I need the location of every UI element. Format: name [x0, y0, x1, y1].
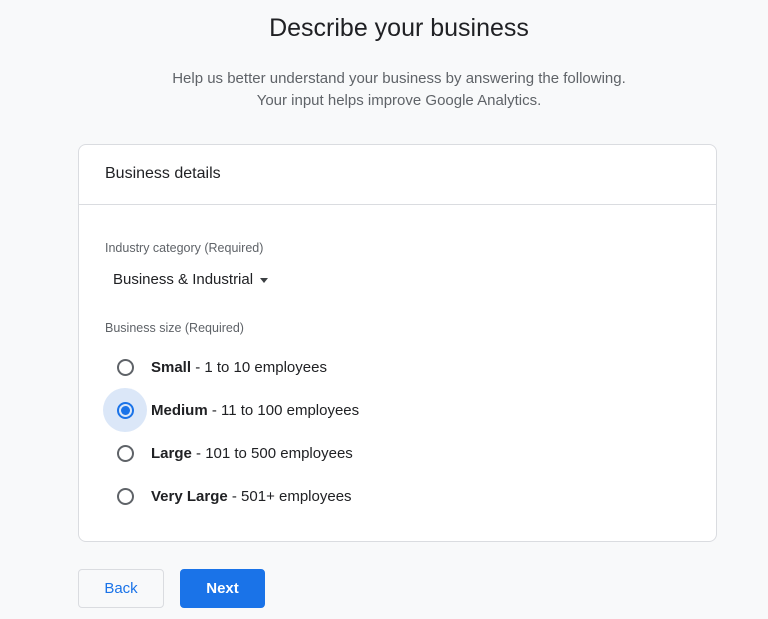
radio-halo — [103, 345, 147, 389]
next-button[interactable]: Next — [180, 569, 265, 608]
caret-down-icon — [260, 277, 269, 283]
card-header: Business details — [79, 145, 716, 205]
radio-option-name: Large — [151, 444, 192, 462]
radio-label: Very Large - 501+ employees — [151, 488, 352, 505]
radio-label: Small - 1 to 10 employees — [151, 359, 327, 376]
page-title: Describe your business — [269, 14, 529, 42]
radio-option-medium[interactable]: Medium - 11 to 100 employees — [103, 388, 359, 432]
radio-unchecked-icon[interactable] — [116, 358, 134, 376]
radio-option-name: Medium — [151, 401, 208, 419]
radio-label: Medium - 11 to 100 employees — [151, 402, 359, 419]
radio-option-name: Small — [151, 358, 192, 376]
radio-option-small[interactable]: Small - 1 to 10 employees — [103, 346, 327, 388]
radio-option-name: Very Large — [151, 487, 228, 505]
radio-focus-halo — [103, 388, 147, 432]
radio-option-detail: - 101 to 500 employees — [191, 444, 353, 462]
page-subtitle: Help us better understand your business … — [0, 68, 768, 112]
describe-business-page: Describe your business Help us better un… — [0, 0, 768, 619]
back-button[interactable]: Back — [78, 569, 164, 608]
subtitle-line-1: Help us better understand your business … — [172, 70, 626, 87]
radio-label: Large - 101 to 500 employees — [151, 445, 353, 462]
radio-unchecked-icon[interactable] — [116, 487, 134, 505]
radio-option-very-large[interactable]: Very Large - 501+ employees — [103, 475, 352, 517]
radio-option-large[interactable]: Large - 101 to 500 employees — [103, 432, 353, 474]
radio-halo — [103, 474, 147, 518]
industry-category-value: Business & Industrial — [113, 271, 254, 288]
radio-checked-icon[interactable] — [116, 401, 134, 419]
business-size-label: Business size (Required) — [105, 321, 244, 335]
radio-option-detail: - 11 to 100 employees — [207, 401, 360, 419]
radio-option-detail: - 501+ employees — [227, 487, 352, 505]
radio-option-detail: - 1 to 10 employees — [191, 358, 327, 376]
subtitle-line-2: Your input helps improve Google Analytic… — [256, 92, 542, 109]
business-details-card: Business details Industry category (Requ… — [78, 144, 717, 542]
industry-category-label: Industry category (Required) — [105, 241, 264, 255]
radio-unchecked-icon[interactable] — [116, 444, 134, 462]
industry-category-dropdown[interactable]: Business & Industrial — [113, 271, 269, 288]
radio-halo — [103, 431, 147, 475]
radio-dot — [120, 405, 130, 415]
